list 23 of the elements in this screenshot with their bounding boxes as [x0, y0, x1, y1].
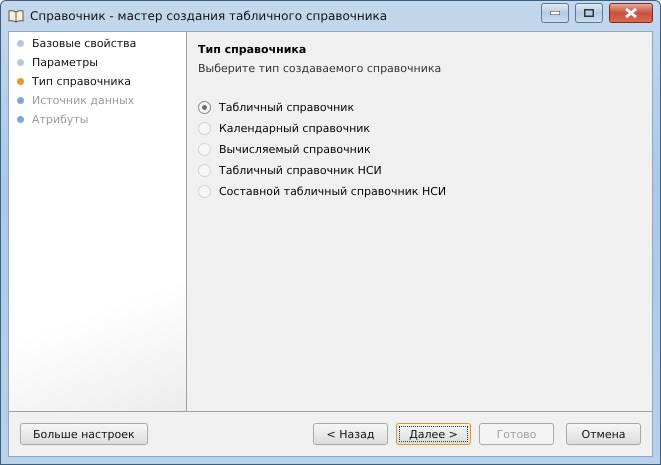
nav-button[interactable]: Далее > — [396, 423, 471, 445]
nav-button[interactable]: Отмена — [566, 423, 641, 445]
more-settings-button[interactable]: Больше настроек — [20, 423, 148, 445]
option-label[interactable]: Календарный справочник — [219, 122, 370, 135]
window-title: Справочник - мастер создания табличного справочника — [30, 9, 388, 23]
close-icon — [625, 8, 637, 18]
close-button[interactable] — [609, 3, 653, 23]
step-label[interactable]: Тип справочника — [32, 75, 131, 88]
option-label[interactable]: Вычисляемый справочник — [219, 143, 371, 156]
maximize-button[interactable] — [575, 3, 603, 23]
option-label[interactable]: Табличный справочник — [219, 101, 354, 114]
radio-button[interactable] — [198, 101, 211, 114]
step-label[interactable]: Базовые свойства — [32, 37, 136, 50]
page-heading: Тип справочника — [198, 43, 308, 56]
option-label[interactable]: Составной табличный справочник НСИ — [219, 185, 446, 198]
option-label[interactable]: Табличный справочник НСИ — [219, 164, 382, 177]
minimize-button[interactable] — [541, 3, 569, 23]
maximize-icon — [584, 9, 594, 17]
nav-button[interactable]: < Назад — [313, 423, 388, 445]
page-description: Выберите тип создаваемого справочника — [198, 62, 442, 75]
minimize-icon — [550, 11, 560, 15]
book-icon — [8, 9, 24, 23]
step-label[interactable]: Параметры — [32, 56, 98, 69]
